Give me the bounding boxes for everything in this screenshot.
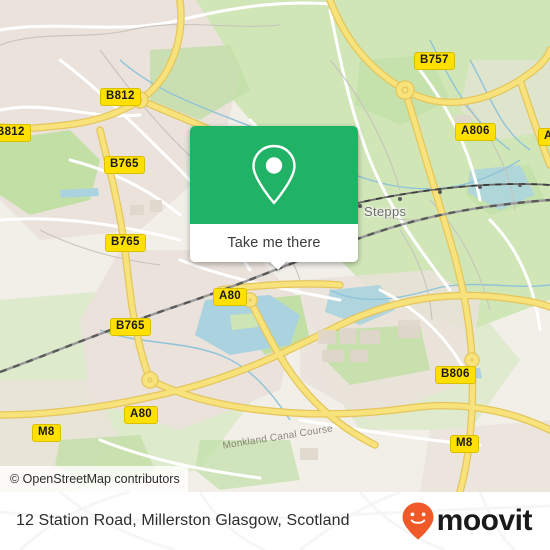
moovit-pin-icon <box>402 502 434 540</box>
moovit-logo[interactable]: moovit <box>401 501 533 541</box>
road-shield-b765-mid[interactable]: B765 <box>105 234 146 252</box>
road-shield-a806-right[interactable]: A8 <box>538 128 550 146</box>
road-shield-m8-right[interactable]: M8 <box>450 435 479 453</box>
road-shield-b812-left[interactable]: B812 <box>0 124 31 142</box>
road-shield-b765-lower[interactable]: B765 <box>110 318 151 336</box>
road-shield-a80-lower[interactable]: A80 <box>124 406 158 424</box>
osm-attribution-text: © OpenStreetMap contributors <box>10 472 180 486</box>
road-shield-a806-top[interactable]: A806 <box>455 123 496 141</box>
take-me-there-popup[interactable]: Take me there <box>190 126 358 262</box>
footer-bar: 12 Station Road, Millerston Glasgow, Sco… <box>0 492 550 550</box>
map-canvas[interactable]: Monkland Canal Course B812 B812 B765 B76… <box>0 0 550 492</box>
popup-pointer <box>269 261 287 270</box>
take-me-there-button[interactable]: Take me there <box>190 224 358 262</box>
road-shield-a80-upper[interactable]: A80 <box>213 288 247 306</box>
road-shield-b806[interactable]: B806 <box>435 366 476 384</box>
road-shield-b757[interactable]: B757 <box>414 52 455 70</box>
road-shield-b765-upper[interactable]: B765 <box>104 156 145 174</box>
moovit-map-card: Monkland Canal Course B812 B812 B765 B76… <box>0 0 550 550</box>
address-text: 12 Station Road, Millerston Glasgow, Sco… <box>16 512 350 529</box>
moovit-wordmark: moovit <box>436 504 533 537</box>
road-shield-m8-left[interactable]: M8 <box>32 424 61 442</box>
road-shield-b812-top[interactable]: B812 <box>100 88 141 106</box>
osm-attribution[interactable]: © OpenStreetMap contributors <box>0 466 188 492</box>
location-pin-icon <box>252 144 296 205</box>
stepps-label: Stepps <box>364 204 407 219</box>
popup-image-area <box>190 126 358 224</box>
